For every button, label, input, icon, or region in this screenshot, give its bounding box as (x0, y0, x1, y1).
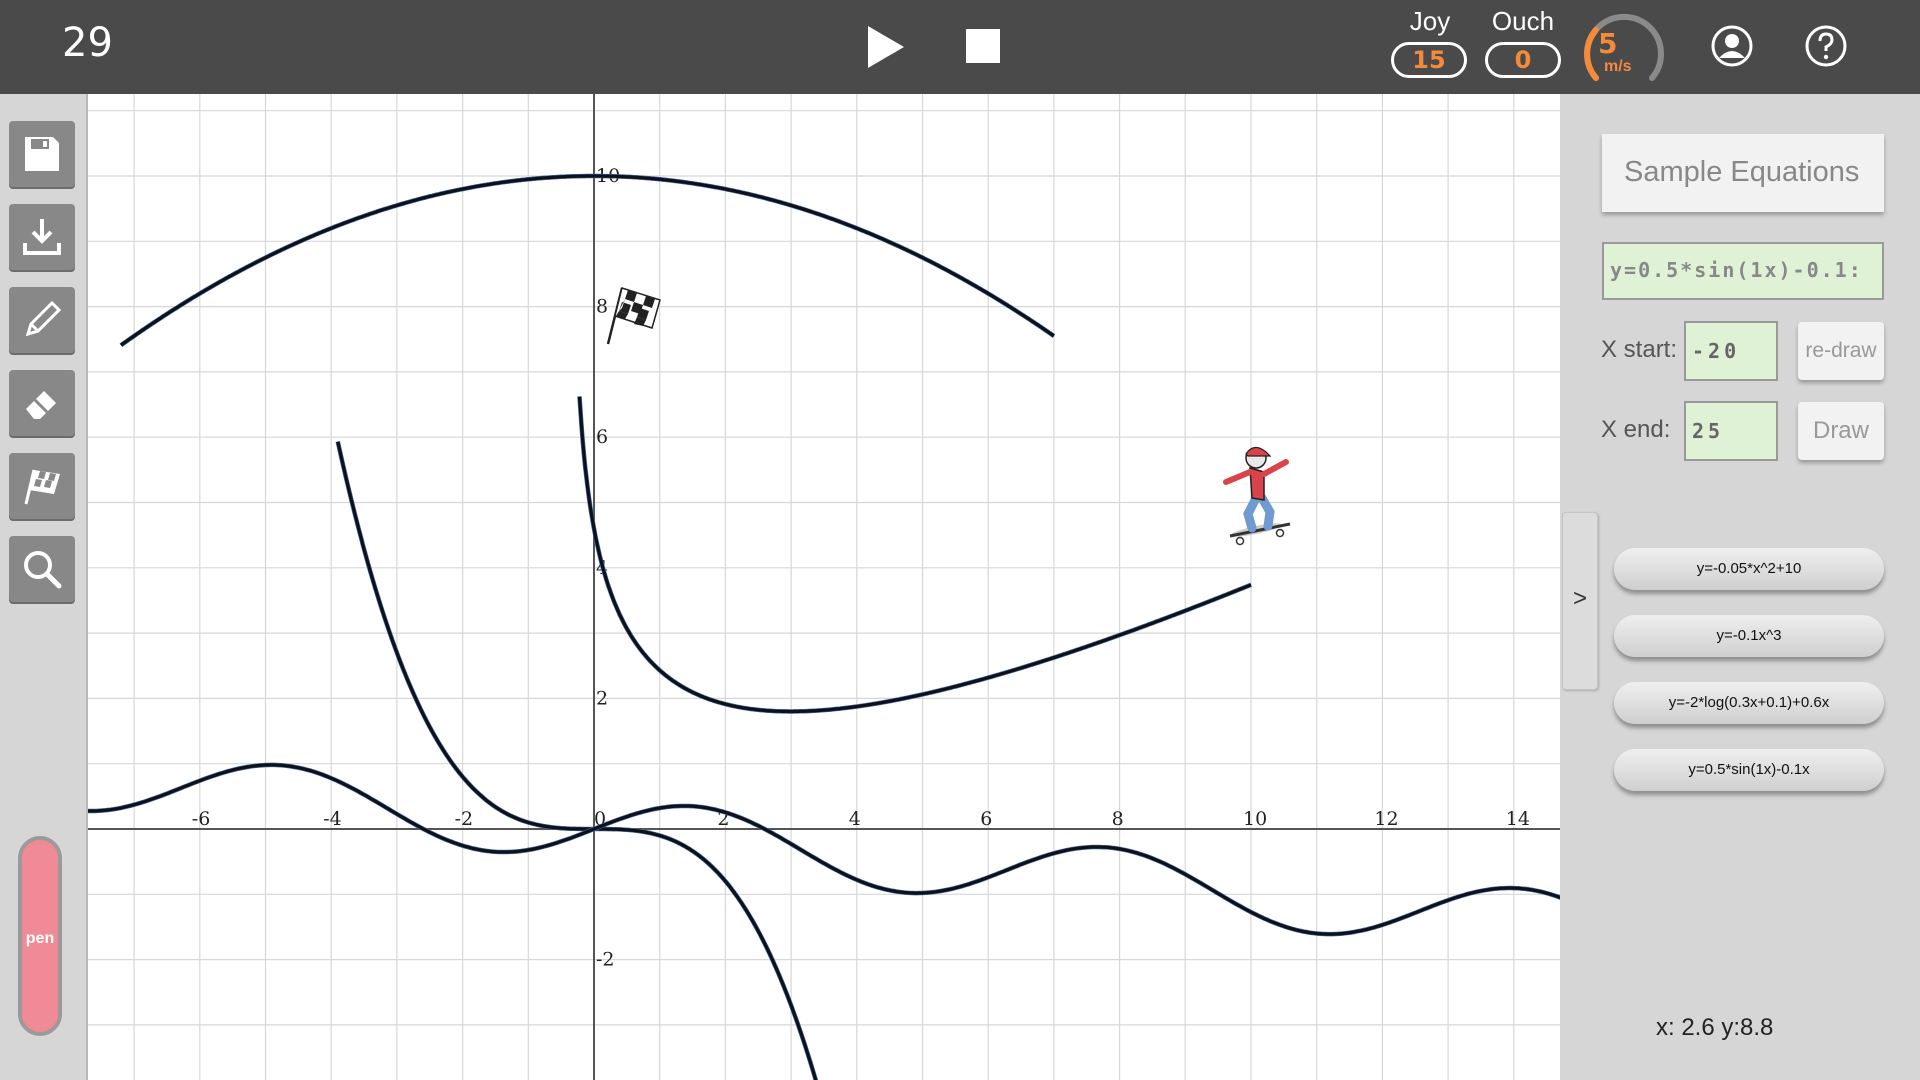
skateboarder[interactable] (1223, 446, 1291, 546)
x-tick-label: -2 (455, 808, 474, 830)
flag-tool[interactable] (9, 453, 75, 519)
x-tick-label: 4 (849, 808, 861, 830)
log-curve (577, 396, 1252, 714)
preset-equation-button[interactable]: y=0.5*sin(1x)-0.1x (1614, 749, 1884, 791)
finish-flag[interactable] (606, 287, 661, 345)
cubic-curve (336, 441, 818, 1080)
download-button[interactable] (9, 204, 75, 270)
parabola-curve (120, 174, 1055, 347)
checkered-flag-icon (24, 469, 60, 505)
zoom-tool[interactable] (9, 536, 75, 602)
y-tick-label: -2 (596, 949, 615, 971)
sine-curve (88, 763, 1560, 936)
x-tick-label: 14 (1506, 808, 1530, 830)
eraser-tool[interactable] (9, 370, 75, 436)
help-icon[interactable] (1804, 24, 1848, 68)
top-bar: 29 Joy 15 Ouch 0 5 m/s (0, 0, 1920, 94)
pen-toggle[interactable]: pen (18, 836, 62, 1036)
joy-label: Joy (1409, 6, 1451, 36)
draw-button[interactable]: Draw (1798, 402, 1884, 460)
save-button[interactable] (9, 121, 75, 187)
checkered-flag-icon (614, 287, 661, 329)
x-tick-label: 12 (1374, 808, 1398, 830)
play-button[interactable] (868, 26, 904, 68)
ouch-counter: 0 (1485, 42, 1561, 78)
speed-value: 5 (1598, 27, 1618, 60)
x-end-label: X end: (1601, 416, 1671, 443)
redraw-button[interactable]: re-draw (1798, 322, 1884, 380)
collapse-label: > (1572, 585, 1587, 612)
level-number: 29 (62, 20, 113, 66)
equation-input[interactable]: y=0.5*sin(1x)-0.1: (1602, 242, 1884, 300)
y-tick-label: 6 (596, 426, 608, 448)
pencil-icon (25, 300, 62, 337)
x-tick-label: 10 (1243, 808, 1267, 830)
curves (88, 173, 1560, 1080)
ouch-label: Ouch (1491, 6, 1555, 36)
x-tick-label: 8 (1112, 808, 1124, 830)
joy-counter: 15 (1391, 42, 1467, 78)
x-tick-label: 6 (980, 808, 992, 830)
sample-equations-button[interactable]: Sample Equations (1602, 134, 1884, 212)
user-icon[interactable] (1710, 24, 1754, 68)
pencil-tool[interactable] (9, 287, 75, 353)
preset-equation-button[interactable]: y=-0.05*x^2+10 (1614, 548, 1884, 590)
graph-canvas[interactable]: -6-4-202468101214108642-2-4 (88, 94, 1560, 1080)
log-curve-halo (577, 396, 1252, 714)
download-icon (23, 219, 61, 255)
y-tick-label: 8 (596, 296, 608, 318)
preset-equation-button[interactable]: y=-2*log(0.3x+0.1)+0.6x (1614, 682, 1884, 724)
sample-equations-label: Sample Equations (1624, 156, 1860, 188)
x-tick-label: -6 (192, 808, 211, 830)
x-tick-label: -4 (323, 808, 342, 830)
eraser-icon (26, 391, 56, 419)
x-start-label: X start: (1601, 336, 1678, 363)
search-icon (24, 551, 62, 589)
left-toolbar: pen (0, 94, 88, 1080)
x-end-input[interactable]: 25 (1684, 401, 1778, 461)
y-tick-label: 2 (596, 687, 608, 709)
stop-button[interactable] (966, 29, 1000, 63)
cubic-curve-halo (335, 441, 819, 1080)
tick-labels: -6-4-202468101214108642-2-4 (192, 165, 1530, 1080)
speed-unit: m/s (1604, 58, 1632, 75)
x-start-input[interactable]: -20 (1684, 321, 1778, 381)
collapse-panel-button[interactable]: > (1562, 512, 1598, 690)
preset-equation-button[interactable]: y=-0.1x^3 (1614, 615, 1884, 657)
pen-label: pen (25, 930, 55, 947)
cursor-coordinates: x: 2.6 y:8.8 (1656, 1014, 1774, 1041)
sine-curve-halo (88, 762, 1560, 937)
speedometer-gauge (1584, 13, 1664, 81)
save-icon (25, 137, 59, 171)
